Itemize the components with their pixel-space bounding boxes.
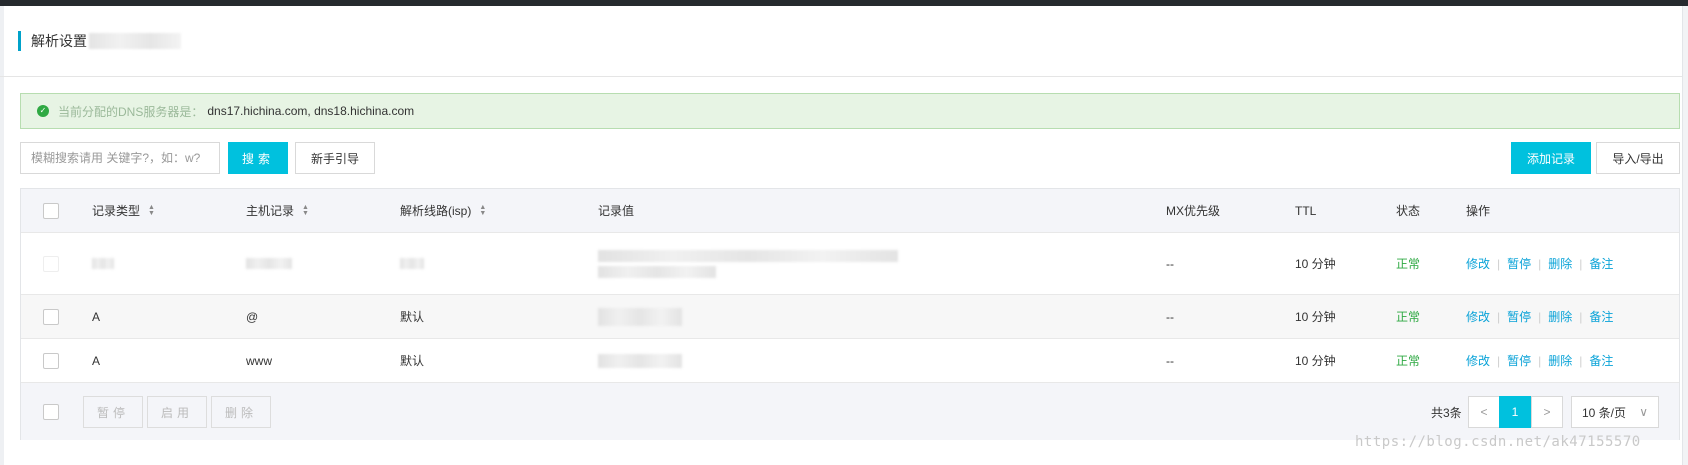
ttl-value: 10 分钟 — [1295, 354, 1336, 368]
divider: | — [1538, 309, 1542, 324]
pause-link[interactable]: 暂停 — [1507, 255, 1531, 272]
sort-icon[interactable]: ▲ ▼ — [148, 204, 155, 217]
total-count: 共3条 — [1431, 405, 1462, 420]
batch-pause-button[interactable]: 暂停 — [83, 396, 143, 428]
alert-label: 当前分配的DNS服务器是： — [58, 104, 204, 119]
table-row: A www 默认 -- 10 分钟 正常 修改 | 暂停 | 删除 | 备注 — [21, 339, 1679, 383]
record-value-redacted — [598, 265, 716, 278]
edit-link[interactable]: 修改 — [1466, 255, 1490, 272]
record-type: A — [92, 309, 101, 324]
note-link[interactable]: 备注 — [1589, 352, 1613, 369]
column-header-ops: 操作 — [1466, 204, 1491, 218]
column-header-ttl: TTL — [1295, 203, 1317, 218]
column-header-mx: MX优先级 — [1166, 204, 1221, 218]
divider: | — [1579, 256, 1583, 271]
row-checkbox[interactable] — [43, 352, 59, 369]
sort-icon[interactable]: ▲ ▼ — [302, 204, 309, 217]
table-header: 记录类型 ▲ ▼ 主机记录 ▲ ▼ 解析线路(isp) ▲ ▼ 记录值 MX优先级 T… — [21, 189, 1679, 233]
page-size-value: 10 条/页 — [1582, 405, 1627, 420]
column-header-value: 记录值 — [598, 204, 635, 218]
column-header-host[interactable]: 主机记录 ▲ ▼ — [246, 189, 309, 232]
note-link[interactable]: 备注 — [1589, 308, 1613, 325]
line-redacted — [400, 258, 424, 269]
delete-link[interactable]: 删除 — [1548, 308, 1572, 325]
edit-link[interactable]: 修改 — [1466, 352, 1490, 369]
record-type-redacted — [92, 258, 114, 269]
batch-enable-button[interactable]: 启用 — [147, 396, 207, 428]
page-title: 解析设置 — [31, 33, 87, 49]
table-row: -- 10 分钟 正常 修改 | 暂停 | 删除 | 备注 — [21, 233, 1679, 295]
record-value-redacted — [598, 353, 682, 368]
mx-priority: -- — [1166, 256, 1174, 271]
page-1-button[interactable]: 1 — [1499, 396, 1531, 428]
mx-priority: -- — [1166, 353, 1174, 368]
edit-link[interactable]: 修改 — [1466, 308, 1490, 325]
add-record-button[interactable]: 添加记录 — [1511, 142, 1591, 174]
header-accent-bar — [18, 31, 21, 51]
left-sidebar-edge — [0, 6, 4, 465]
guide-button[interactable]: 新手引导 — [295, 142, 375, 174]
search-input[interactable] — [20, 142, 220, 174]
prev-page-button[interactable]: < — [1468, 396, 1500, 428]
delete-link[interactable]: 删除 — [1548, 255, 1572, 272]
select-all-checkbox[interactable] — [43, 202, 59, 219]
row-actions: 修改 | 暂停 | 删除 | 备注 — [1466, 233, 1613, 294]
divider: | — [1579, 309, 1583, 324]
divider: | — [1497, 256, 1501, 271]
import-export-button[interactable]: 导入/导出 — [1596, 142, 1680, 174]
scrollbar[interactable] — [1682, 6, 1688, 465]
page-header: 解析设置 — [18, 30, 181, 52]
search-button[interactable]: 搜索 — [228, 142, 288, 174]
row-actions: 修改 | 暂停 | 删除 | 备注 — [1466, 339, 1613, 382]
header-divider — [0, 76, 1682, 77]
row-actions: 修改 | 暂停 | 删除 | 备注 — [1466, 295, 1613, 338]
dns-server-alert: ✓ 当前分配的DNS服务器是： dns17.hichina.com, dns18… — [20, 93, 1680, 129]
column-header-status: 状态 — [1396, 204, 1421, 218]
delete-link[interactable]: 删除 — [1548, 352, 1572, 369]
divider: | — [1579, 353, 1583, 368]
top-nav-bar — [0, 0, 1688, 6]
footer-select-all-checkbox[interactable] — [43, 403, 59, 420]
page-size-select[interactable]: 10 条/页 ∨ — [1571, 396, 1659, 428]
next-page-button[interactable]: > — [1531, 396, 1563, 428]
status-badge: 正常 — [1396, 257, 1421, 271]
divider: | — [1497, 353, 1501, 368]
ttl-value: 10 分钟 — [1295, 310, 1336, 324]
pause-link[interactable]: 暂停 — [1507, 352, 1531, 369]
chevron-down-icon: ∨ — [1639, 405, 1648, 419]
dns-records-table: 记录类型 ▲ ▼ 主机记录 ▲ ▼ 解析线路(isp) ▲ ▼ 记录值 MX优先级 T… — [20, 188, 1680, 440]
sort-icon[interactable]: ▲ ▼ — [479, 204, 486, 217]
divider: | — [1497, 309, 1501, 324]
note-link[interactable]: 备注 — [1589, 255, 1613, 272]
mx-priority: -- — [1166, 309, 1174, 324]
ttl-value: 10 分钟 — [1295, 257, 1336, 271]
pause-link[interactable]: 暂停 — [1507, 308, 1531, 325]
divider: | — [1538, 256, 1542, 271]
watermark: https://blog.csdn.net/ak47155570 — [1355, 434, 1641, 450]
status-badge: 正常 — [1396, 354, 1421, 368]
status-badge: 正常 — [1396, 310, 1421, 324]
column-header-line[interactable]: 解析线路(isp) ▲ ▼ — [400, 189, 486, 232]
table-footer: 暂停 启用 删除 共3条 < 1 > 10 条/页 ∨ — [21, 383, 1679, 440]
host-record: www — [246, 353, 272, 368]
batch-delete-button[interactable]: 删除 — [211, 396, 271, 428]
table-row: A @ 默认 -- 10 分钟 正常 修改 | 暂停 | 删除 | 备注 — [21, 295, 1679, 339]
row-checkbox[interactable] — [43, 308, 59, 325]
resolve-line: 默认 — [400, 354, 425, 368]
column-header-type[interactable]: 记录类型 ▲ ▼ — [92, 189, 155, 232]
domain-name-redacted — [89, 33, 181, 49]
dns-servers: dns17.hichina.com, dns18.hichina.com — [207, 104, 415, 118]
record-value-redacted — [598, 307, 682, 326]
host-record-redacted — [246, 258, 292, 269]
record-value-redacted — [598, 249, 898, 262]
divider: | — [1538, 353, 1542, 368]
row-checkbox[interactable] — [43, 255, 59, 272]
record-type: A — [92, 353, 101, 368]
resolve-line: 默认 — [400, 310, 425, 324]
check-circle-icon: ✓ — [37, 105, 49, 117]
host-record: @ — [246, 309, 259, 324]
